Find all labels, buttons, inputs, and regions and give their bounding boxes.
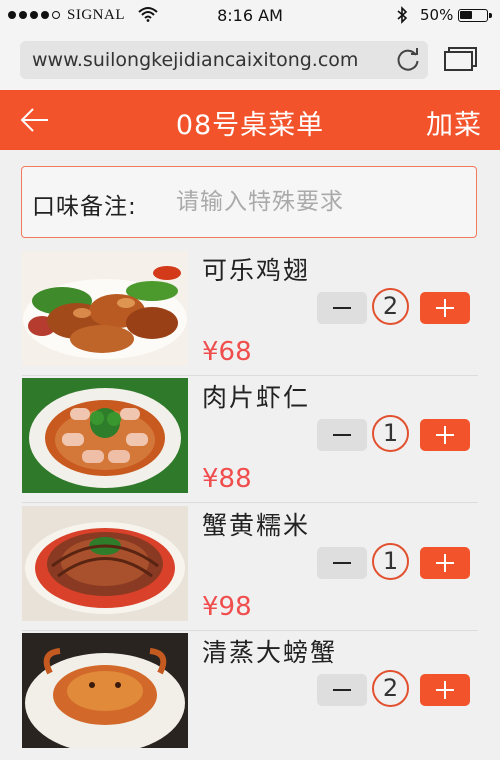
browser-toolbar: www.suilongkejidiancaixitong.com — [0, 32, 500, 90]
quantity-display: 2 — [372, 288, 409, 325]
tabs-icon[interactable] — [443, 44, 479, 76]
taste-note-label: 口味备注: — [32, 194, 137, 220]
increase-quantity-button[interactable] — [420, 292, 470, 324]
dish-photo-cola-wings — [22, 251, 188, 366]
dish-price: ¥88 — [202, 464, 252, 494]
dish-name: 蟹黄糯米 — [202, 511, 311, 540]
dish-photo-crab-rice — [22, 506, 188, 621]
battery-tip — [489, 13, 492, 18]
app-header: 08号桌菜单 加菜 — [0, 90, 500, 150]
battery-icon — [458, 9, 488, 22]
bluetooth-icon — [396, 6, 408, 28]
divider — [22, 502, 478, 503]
dish-photo-steamed-crab — [22, 633, 188, 748]
decrease-quantity-button[interactable] — [317, 292, 367, 324]
increase-quantity-button[interactable] — [420, 674, 470, 706]
dish-item: 清蒸大螃蟹 2 — [0, 633, 500, 760]
dish-price: ¥98 — [202, 592, 252, 622]
taste-note-input[interactable] — [174, 183, 468, 221]
taste-note-box: 口味备注: — [21, 166, 477, 238]
reload-icon[interactable] — [394, 46, 422, 78]
dish-name: 清蒸大螃蟹 — [202, 638, 338, 667]
divider — [22, 630, 478, 631]
status-bar: SIGNAL 8:16 AM 50% — [0, 0, 500, 32]
dish-item: 蟹黄糯米 1 ¥98 — [0, 506, 500, 633]
increase-quantity-button[interactable] — [420, 547, 470, 579]
quantity-display: 1 — [372, 415, 409, 452]
dish-item: 肉片虾仁 1 ¥88 — [0, 378, 500, 505]
increase-quantity-button[interactable] — [420, 419, 470, 451]
dish-item: 可乐鸡翅 2 ¥68 — [0, 251, 500, 378]
divider — [22, 375, 478, 376]
quantity-display: 1 — [372, 543, 409, 580]
dish-name: 可乐鸡翅 — [202, 256, 311, 285]
decrease-quantity-button[interactable] — [317, 419, 367, 451]
dish-name: 肉片虾仁 — [202, 383, 311, 412]
url-text: www.suilongkejidiancaixitong.com — [32, 49, 359, 71]
page-title: 08号桌菜单 — [175, 110, 325, 141]
battery-percent: 50% — [420, 6, 454, 24]
dish-price: ¥68 — [202, 337, 252, 367]
quantity-display: 2 — [372, 670, 409, 707]
decrease-quantity-button[interactable] — [317, 674, 367, 706]
address-bar[interactable]: www.suilongkejidiancaixitong.com — [20, 41, 428, 79]
dish-photo-pork-shrimp — [22, 378, 188, 493]
decrease-quantity-button[interactable] — [317, 547, 367, 579]
add-dish-button[interactable]: 加菜 — [426, 103, 482, 142]
